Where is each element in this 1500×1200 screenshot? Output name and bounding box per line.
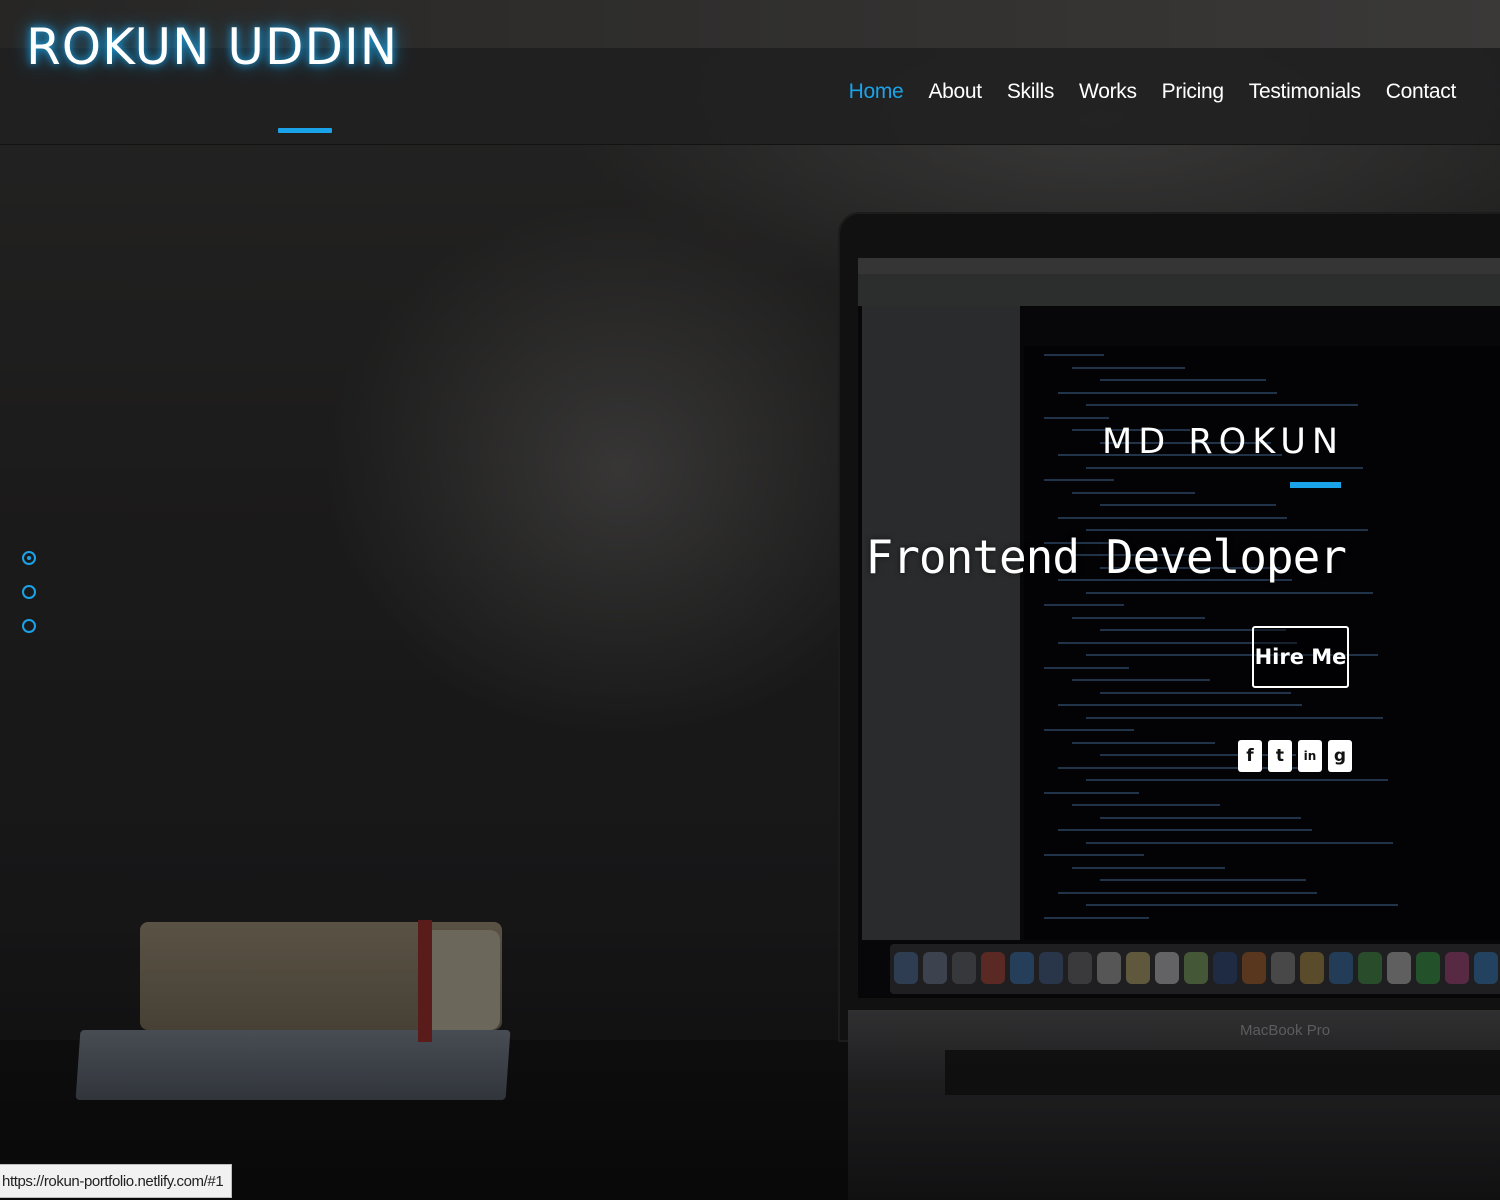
hero-section: MacBook Pro (0, 0, 1500, 1200)
brand-underline (278, 128, 332, 133)
twitter-icon[interactable]: t (1268, 740, 1292, 772)
hire-me-button[interactable]: Hire Me (1252, 626, 1349, 688)
linkedin-icon[interactable]: in (1298, 740, 1322, 772)
nav-link-pricing[interactable]: Pricing (1162, 80, 1224, 104)
slider-dots (22, 551, 36, 633)
slider-dot-1[interactable] (22, 551, 36, 565)
nav-menu: Home About Skills Works Pricing Testimonials C… (849, 80, 1457, 104)
nav-link-skills[interactable]: Skills (1007, 80, 1055, 104)
hero-role: Frontend Developer (865, 530, 1347, 584)
github-icon[interactable]: g (1328, 740, 1352, 772)
nav-link-works[interactable]: Works (1079, 80, 1137, 104)
nav-link-testimonials[interactable]: Testimonials (1249, 80, 1361, 104)
facebook-icon[interactable]: f (1238, 740, 1262, 772)
hero-name: MD ROKUN (1102, 422, 1344, 462)
brand-logo[interactable]: ROKUN UDDIN (26, 18, 398, 76)
social-links: f t in g (1238, 740, 1352, 772)
slider-dot-3[interactable] (22, 619, 36, 633)
nav-link-about[interactable]: About (928, 80, 982, 104)
nav-link-contact[interactable]: Contact (1386, 80, 1457, 104)
slider-dot-2[interactable] (22, 585, 36, 599)
hero-overlay (0, 0, 1500, 1200)
hero-name-underline (1290, 482, 1341, 488)
browser-status-bar: https://rokun-portfolio.netlify.com/#1 (0, 1164, 233, 1198)
nav-link-home[interactable]: Home (849, 80, 904, 104)
